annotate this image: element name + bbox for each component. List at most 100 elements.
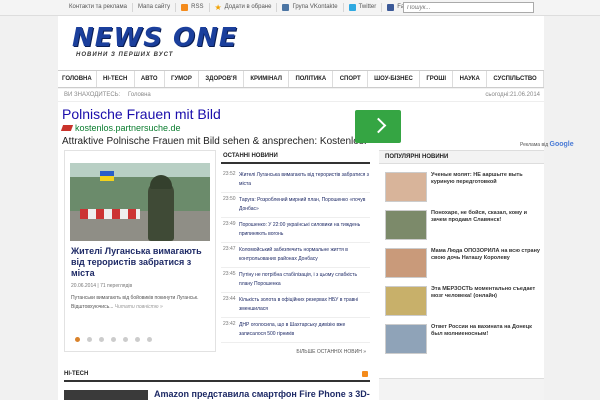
news-title[interactable]: Порошенко: У 22:00 українські силовики н… — [237, 221, 370, 239]
news-title[interactable]: Путіну не потрібна стабілізація, і з цьо… — [237, 271, 370, 289]
news-time: 23:44 — [223, 296, 236, 302]
news-time: 23:50 — [223, 196, 236, 202]
news-time: 23:45 — [223, 271, 236, 277]
popular-thumbnail[interactable] — [385, 286, 427, 316]
popular-item[interactable]: Ответ России на вахината на Донецк был м… — [385, 324, 543, 358]
popular-news-heading: ПОПУЛЯРНІ НОВИНИ — [379, 150, 544, 164]
top-link-label: RSS — [191, 4, 204, 10]
news-item[interactable]: 23:42 ДНР оголосила, що в Шахтарську диві… — [221, 318, 370, 343]
nav-item-auto[interactable]: АВТО — [135, 71, 165, 87]
news-title[interactable]: Жителі Луганська вимагають від терористі… — [237, 171, 370, 189]
more-latest-news-link[interactable]: БІЛЬШЕ ОСТАННІХ НОВИН » — [296, 349, 366, 355]
hitech-title[interactable]: Amazon представила смартфон Fire Phone з… — [154, 389, 370, 399]
popular-item[interactable]: Эта МЕРЗОСТЬ моментально съедает мозг че… — [385, 286, 543, 320]
breadcrumb-home-link[interactable]: Головна — [128, 92, 151, 98]
top-link-label: Мапа сайту — [137, 4, 171, 10]
ad-banner[interactable]: Polnische Frauen mit Bild kostenlos.part… — [60, 104, 574, 150]
featured-title[interactable]: Жителі Луганська вимагають від терористі… — [71, 246, 211, 279]
news-title[interactable]: Кількість золота в офіційних резервах НБ… — [237, 296, 370, 314]
slider-dot[interactable] — [123, 337, 128, 342]
nav-item-hitech[interactable]: HI-TECH — [97, 71, 135, 87]
top-bar: Контакти та реклама Мапа сайту RSS ★ Дода… — [0, 0, 600, 16]
rss-icon — [181, 4, 189, 11]
news-item[interactable]: 23:47 Коломойський забезпечить нормальне … — [221, 243, 370, 268]
nav-item-politics[interactable]: ПОЛІТИКА — [289, 71, 334, 87]
nav-item-science[interactable]: НАУКА — [453, 71, 488, 87]
top-link-sitemap[interactable]: Мапа сайту — [133, 3, 177, 12]
popular-item[interactable]: Понохаре, не бойся, сказал, кому и зачем… — [385, 210, 543, 244]
hitech-thumbnail[interactable] — [64, 390, 148, 400]
news-time: 23:52 — [223, 171, 236, 177]
news-item[interactable]: 23:49 Порошенко: У 22:00 українські силов… — [221, 218, 370, 243]
ad-arrow-button[interactable] — [355, 110, 401, 143]
rss-icon[interactable] — [362, 371, 368, 377]
hitech-heading-label: HI-TECH — [64, 371, 89, 377]
top-link-label: Контакти та реклама — [69, 4, 127, 10]
featured-excerpt: Путанськи вимагають від бойовиків покину… — [71, 294, 211, 312]
latest-news: ОСТАННІ НОВИНИ 23:52 Жителі Луганська вим… — [221, 150, 370, 360]
nav-item-home[interactable]: ГОЛОВНА — [58, 71, 97, 87]
site-header: NEWS ONE НОВИНИ З ПЕРШИХ ВУСТ — [58, 16, 544, 70]
top-link-twitter[interactable]: Twitter — [344, 3, 383, 12]
ad-title[interactable]: Polnische Frauen mit Bild — [62, 106, 221, 122]
current-date: сьогодні:21.06.2014 — [485, 92, 540, 98]
news-title[interactable]: Таруга: Розроблений мирний план, Порошен… — [237, 196, 370, 214]
news-item[interactable]: 23:45 Путіну не потрібна стабілізація, і … — [221, 268, 370, 293]
popular-thumbnail[interactable] — [385, 324, 427, 354]
top-link-label: Twitter — [358, 4, 377, 10]
popular-title[interactable]: Мама Люда ОПОЗОРИЛА на всю страну свою д… — [431, 248, 543, 262]
top-link-label: Додати в обране — [224, 4, 272, 10]
top-link-vkontakte[interactable]: Група VKontakte — [277, 3, 344, 12]
facebook-icon — [387, 4, 395, 11]
popular-thumbnail[interactable] — [385, 248, 427, 278]
nav-item-society[interactable]: СУСПІЛЬСТВО — [487, 71, 544, 87]
popular-title[interactable]: Ответ России на вахината на Донецк был м… — [431, 324, 543, 338]
popular-title[interactable]: Понохаре, не бойся, сказал, кому и зачем… — [431, 210, 543, 224]
popular-item[interactable]: Ученые молят: НЕ ааршыте выть куриную пе… — [385, 172, 543, 206]
news-item[interactable]: 23:50 Таруга: Розроблений мирний план, По… — [221, 193, 370, 218]
breadcrumb: ВИ ЗНАХОДИТЕСЬ: Головна сьогодні:21.06.2… — [58, 89, 544, 102]
top-links: Контакти та реклама Мапа сайту RSS ★ Дода… — [64, 3, 429, 12]
top-link-rss[interactable]: RSS — [176, 3, 210, 12]
vk-icon — [282, 4, 290, 11]
nav-item-money[interactable]: ГРОШІ — [420, 71, 454, 87]
slider-dot[interactable] — [111, 337, 116, 342]
google-logo: Google — [549, 141, 574, 148]
slider-dot[interactable] — [99, 337, 104, 342]
news-title[interactable]: ДНР оголосила, що в Шахтарську дивізію в… — [237, 321, 370, 339]
news-time: 23:47 — [223, 246, 236, 252]
ad-url-icon — [60, 125, 74, 131]
latest-news-heading: ОСТАННІ НОВИНИ — [221, 150, 370, 164]
nav-item-crime[interactable]: КРИМІНАЛ — [244, 71, 290, 87]
top-link-contacts[interactable]: Контакти та реклама — [64, 3, 133, 12]
breadcrumb-prefix: ВИ ЗНАХОДИТЕСЬ: — [64, 92, 121, 98]
ad-attribution[interactable]: Реклама від Google — [520, 141, 574, 148]
read-more-link[interactable]: Читати повністю » — [115, 304, 163, 310]
nav-item-humor[interactable]: ГУМОР — [165, 71, 200, 87]
news-item[interactable]: 23:52 Жителі Луганська вимагають від теро… — [221, 168, 370, 193]
top-link-bookmark[interactable]: ★ Додати в обране — [210, 3, 278, 12]
site-logo[interactable]: NEWS ONE НОВИНИ З ПЕРШИХ ВУСТ — [72, 25, 248, 59]
slider-dot[interactable] — [135, 337, 140, 342]
sidebar-block — [379, 378, 544, 400]
top-link-label: Група VKontakte — [292, 4, 338, 10]
nav-item-showbiz[interactable]: ШОУ-БІЗНЕС — [368, 71, 421, 87]
featured-photo[interactable] — [70, 163, 210, 241]
popular-thumbnail[interactable] — [385, 210, 427, 240]
featured-meta: 20.06.2014 | 71 переглядів — [71, 283, 133, 289]
latest-news-list: 23:52 Жителі Луганська вимагають від теро… — [221, 168, 370, 343]
search-input[interactable] — [403, 2, 534, 13]
slider-dot[interactable] — [87, 337, 92, 342]
popular-title[interactable]: Ученые молят: НЕ ааршыте выть куриную пе… — [431, 172, 543, 186]
slider-dot[interactable] — [147, 337, 152, 342]
logo-title: NEWS ONE — [72, 23, 238, 53]
nav-item-sport[interactable]: СПОРТ — [333, 71, 368, 87]
news-item[interactable]: 23:44 Кількість золота в офіційних резерв… — [221, 293, 370, 318]
popular-thumbnail[interactable] — [385, 172, 427, 202]
popular-title[interactable]: Эта МЕРЗОСТЬ моментально съедает мозг че… — [431, 286, 543, 300]
slider-dot[interactable] — [75, 337, 80, 342]
popular-item[interactable]: Мама Люда ОПОЗОРИЛА на всю страну свою д… — [385, 248, 543, 282]
ad-url[interactable]: kostenlos.partnersuche.de — [60, 123, 181, 133]
news-title[interactable]: Коломойський забезпечить нормальне життя… — [237, 246, 370, 264]
nav-item-health[interactable]: ЗДОРОВ'Я — [199, 71, 245, 87]
